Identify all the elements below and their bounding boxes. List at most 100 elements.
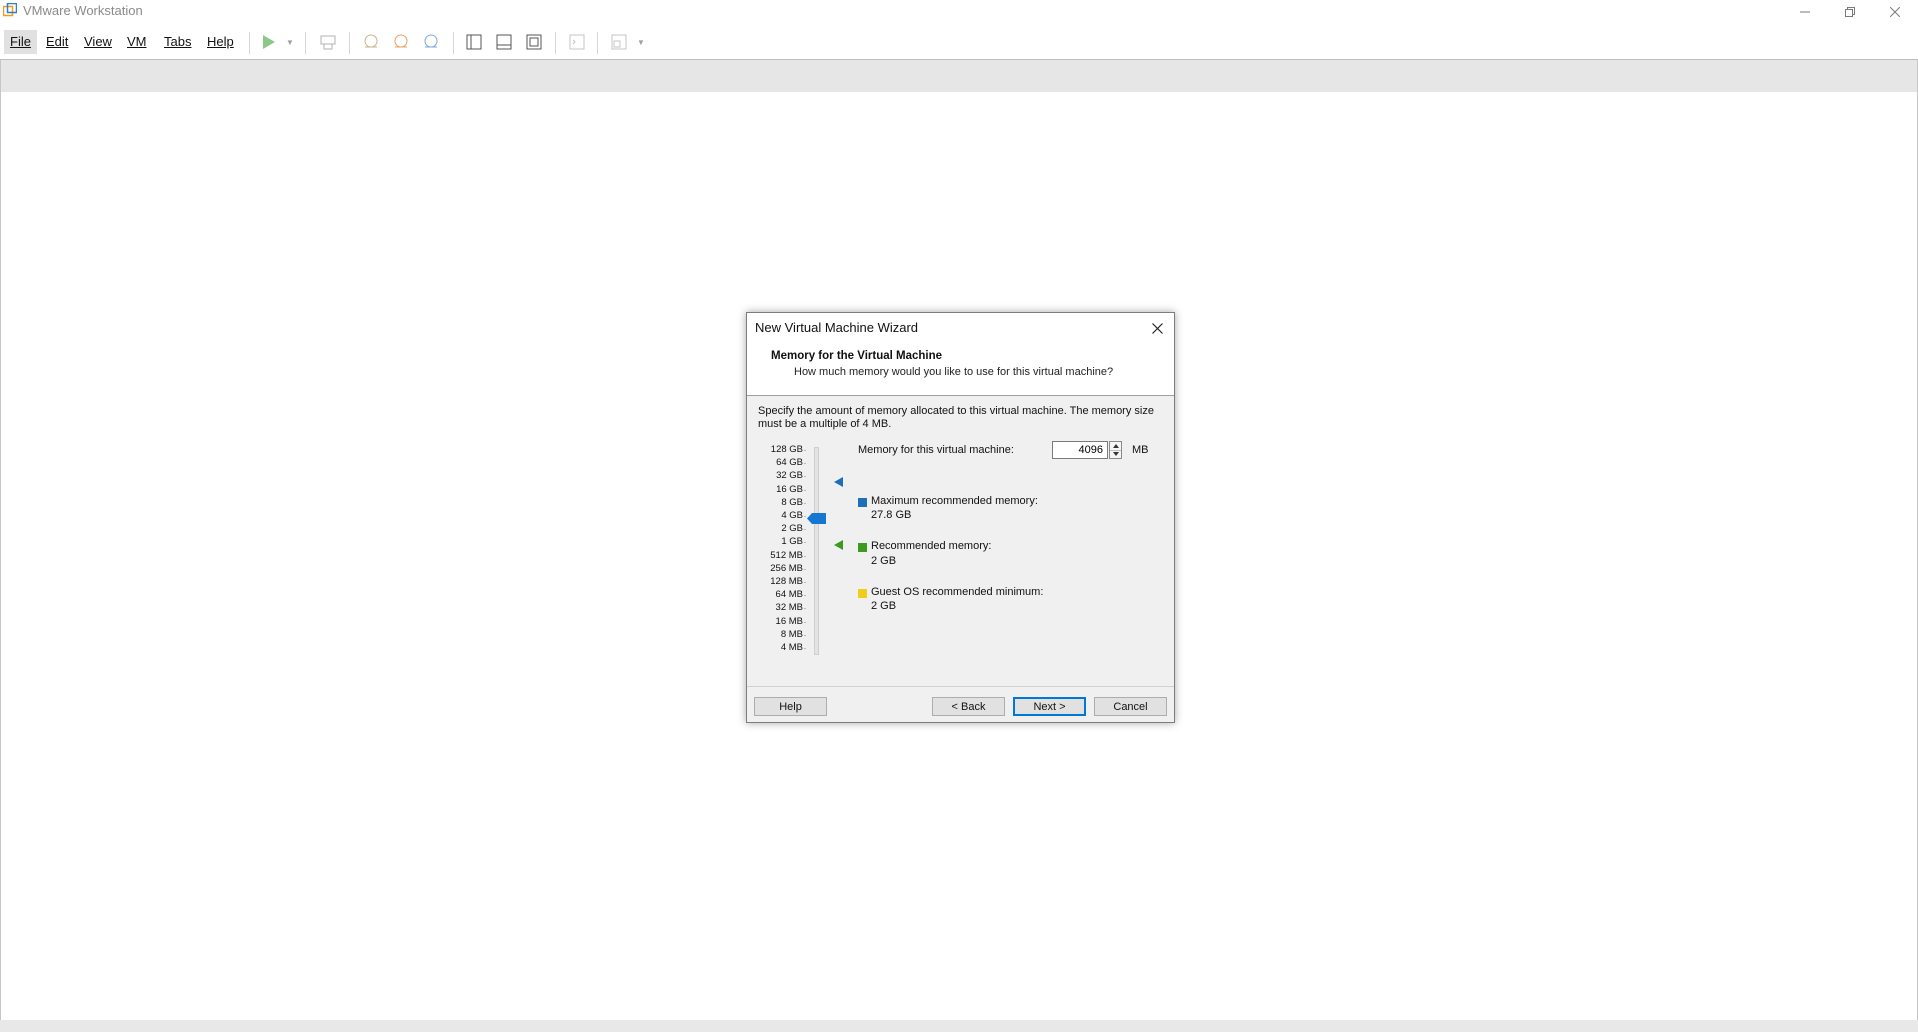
window-title: VMware Workstation	[23, 3, 143, 18]
menu-help[interactable]: Help	[201, 30, 240, 54]
scale-tick	[804, 582, 806, 583]
dialog-header: New Virtual Machine Wizard Memory for th…	[747, 313, 1174, 396]
memory-description: Specify the amount of memory allocated t…	[758, 405, 1154, 430]
scale-tick	[804, 542, 806, 544]
unity-icon[interactable]	[609, 32, 629, 52]
menu-edit-label: Edit	[46, 34, 69, 49]
scale-label: 128 MB	[770, 576, 803, 587]
scale-tick	[804, 516, 806, 517]
menu-vm[interactable]: VM	[121, 30, 153, 54]
minimize-button[interactable]	[1782, 0, 1828, 24]
memory-spinner[interactable]	[1109, 441, 1122, 459]
footer-divider	[747, 686, 1174, 687]
scale-label: 512 MB	[770, 549, 803, 561]
memory-slider-track[interactable]	[814, 447, 819, 655]
console-view-icon[interactable]	[567, 32, 587, 52]
memory-label: Memory for this virtual machine:	[858, 444, 1014, 456]
scale-tick	[804, 529, 806, 531]
scale-tick	[804, 450, 806, 451]
scale-label: 8 GB	[781, 496, 803, 508]
menu-edit[interactable]: Edit	[40, 30, 74, 54]
recommended-value: 2 GB	[871, 555, 897, 567]
menu-file[interactable]: File	[4, 30, 37, 54]
chevron-down-icon	[1112, 452, 1119, 456]
power-dropdown-icon[interactable]: ▼	[286, 38, 294, 47]
menu-help-label: Help	[207, 34, 234, 49]
menu-toolbar: File Edit View VM Tabs Help ▼ ▼	[0, 24, 1918, 59]
unity-dropdown-icon[interactable]: ▼	[637, 38, 645, 47]
menu-view[interactable]: View	[78, 30, 118, 54]
restore-button[interactable]	[1827, 0, 1873, 24]
scale-label: 1 GB	[781, 536, 803, 548]
scale-tick	[804, 476, 806, 478]
title-bar: VMware Workstation	[0, 0, 1918, 24]
spin-down-button[interactable]	[1110, 450, 1121, 458]
scale-tick	[804, 568, 806, 570]
scale-tick	[804, 489, 806, 491]
next-button[interactable]: Next >	[1013, 697, 1086, 716]
memory-input[interactable]	[1052, 441, 1108, 459]
scale-label: 4 MB	[780, 642, 803, 653]
library-view-icon[interactable]	[464, 32, 484, 52]
toolbar-separator	[597, 32, 598, 54]
revert-snapshot-icon[interactable]	[391, 32, 411, 52]
scale-label: 2 GB	[781, 523, 803, 535]
dialog-title: New Virtual Machine Wizard	[755, 320, 919, 335]
vmware-app-icon	[3, 3, 17, 17]
send-ctrl-alt-del-icon[interactable]	[318, 32, 338, 52]
close-icon	[1151, 322, 1163, 334]
scale-tick	[804, 634, 806, 636]
menu-vm-label: VM	[127, 34, 147, 49]
max-recommended-swatch	[858, 498, 867, 507]
scale-label: 64 MB	[775, 589, 803, 601]
recommended-label: Recommended memory:	[871, 540, 992, 552]
menu-file-label: File	[10, 34, 31, 49]
help-button[interactable]: Help	[754, 697, 827, 716]
snapshot-icon[interactable]	[361, 32, 381, 52]
scale-label: 16 MB	[775, 615, 803, 627]
max-recommended-value: 27.8 GB	[871, 509, 912, 521]
scale-label: 256 MB	[770, 562, 803, 574]
thumbnail-bar-icon[interactable]	[494, 32, 514, 52]
new-vm-wizard-dialog: New Virtual Machine Wizard Memory for th…	[746, 312, 1175, 723]
memory-slider-thumb[interactable]	[807, 513, 826, 524]
chevron-up-icon	[1112, 444, 1119, 448]
scale-tick	[804, 502, 806, 504]
scale-tick	[804, 608, 806, 610]
toolbar-separator	[305, 32, 306, 54]
cancel-button[interactable]: Cancel	[1094, 697, 1167, 716]
max-recommended-marker-icon	[834, 477, 843, 487]
memory-unit: MB	[1132, 444, 1149, 456]
power-on-icon[interactable]	[258, 32, 278, 52]
scale-label: 32 GB	[776, 470, 803, 482]
scale-tick	[804, 555, 806, 557]
status-bar	[0, 1020, 1918, 1032]
guest-os-minimum-swatch	[858, 589, 867, 598]
dialog-close-button[interactable]	[1146, 317, 1168, 339]
guest-os-minimum-value: 2 GB	[871, 600, 897, 612]
tab-strip	[1, 60, 1917, 92]
close-window-button[interactable]	[1872, 0, 1918, 24]
scale-label: 4 GB	[781, 510, 803, 521]
max-recommended-label: Maximum recommended memory:	[871, 495, 1038, 507]
close-icon	[1890, 7, 1900, 17]
minimize-icon	[1800, 11, 1810, 13]
guest-os-minimum-label: Guest OS recommended minimum:	[871, 586, 1044, 598]
back-button[interactable]: < Back	[932, 697, 1005, 716]
scale-tick	[804, 648, 806, 649]
toolbar-separator	[249, 32, 250, 54]
recommended-swatch	[858, 543, 867, 552]
full-screen-icon[interactable]	[524, 32, 544, 52]
snapshot-manager-icon[interactable]	[421, 32, 441, 52]
toolbar-separator	[453, 32, 454, 54]
scale-tick	[804, 621, 806, 623]
scale-tick	[804, 595, 806, 597]
page-heading: Memory for the Virtual Machine	[771, 350, 943, 362]
scale-label: 32 MB	[775, 602, 803, 614]
recommended-marker-icon	[834, 540, 843, 550]
menu-view-label: View	[84, 34, 112, 49]
toolbar-separator	[555, 32, 556, 54]
toolbar-separator	[349, 32, 350, 54]
scale-label: 16 GB	[776, 483, 803, 495]
menu-tabs[interactable]: Tabs	[158, 30, 197, 54]
